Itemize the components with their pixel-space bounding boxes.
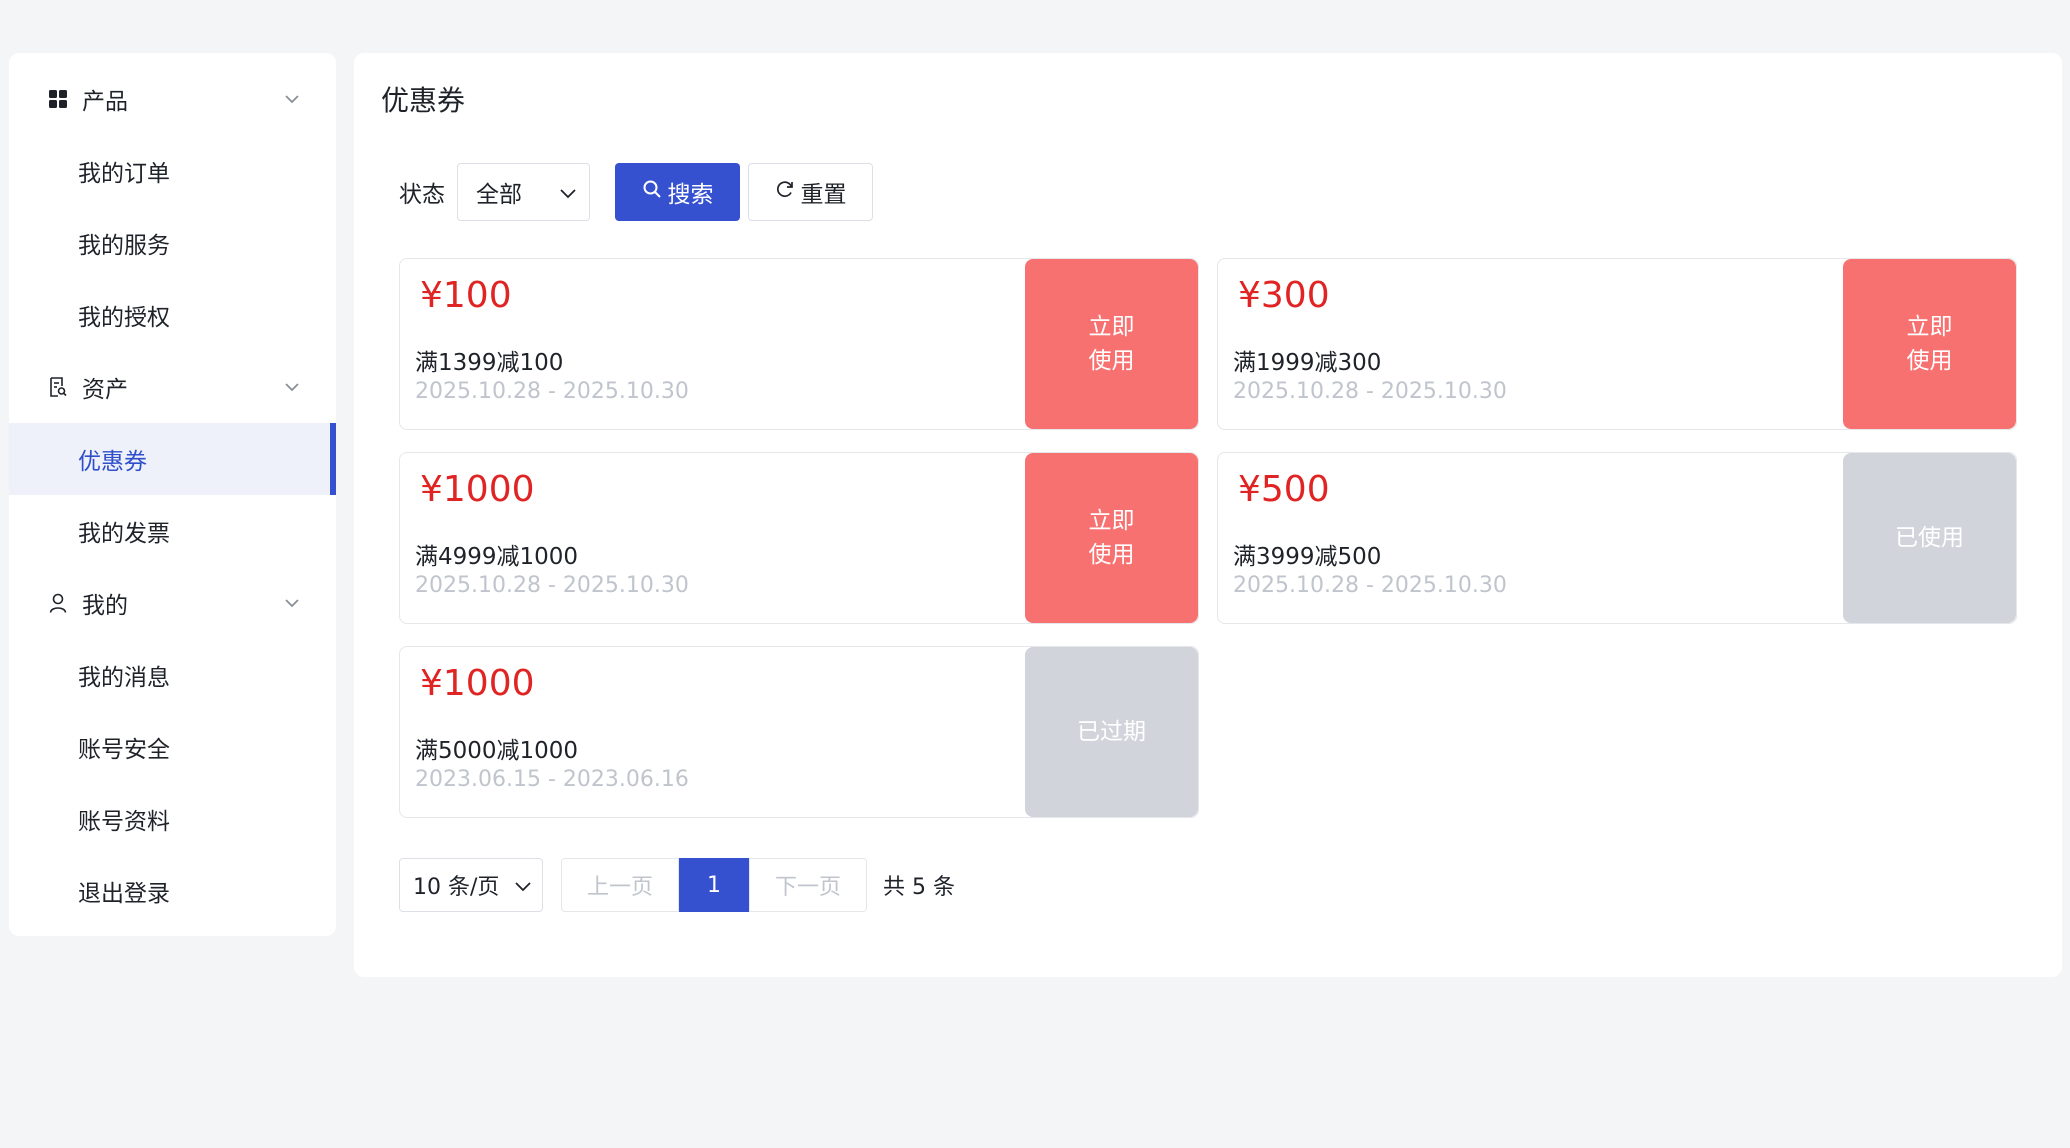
coupon-card: ¥100 满1399减100 2025.10.28 - 2025.10.30 立… bbox=[399, 258, 1199, 430]
use-now-button[interactable]: 立即 使用 bbox=[1843, 259, 2016, 429]
sidebar-item-my-authorizations[interactable]: 我的授权 bbox=[9, 279, 336, 351]
main-panel: 优惠券 状态 全部 搜索 重置 ¥100 满1399减100 2025.10.2… bbox=[354, 53, 2062, 977]
page-size-select[interactable]: 10 条/页 bbox=[399, 858, 543, 912]
sidebar-item-coupons[interactable]: 优惠券 bbox=[9, 423, 336, 495]
menu-group-label: 我的 bbox=[82, 593, 128, 619]
grid-icon bbox=[46, 87, 70, 111]
search-icon bbox=[642, 179, 662, 205]
menu-group-label: 资产 bbox=[82, 377, 128, 403]
status-select[interactable]: 全部 bbox=[457, 163, 590, 221]
coupon-rule: 满1399减100 bbox=[415, 350, 564, 376]
use-now-label: 立即 使用 bbox=[1906, 314, 1953, 374]
coupon-period: 2025.10.28 - 2025.10.30 bbox=[1233, 379, 1507, 404]
page-number-1[interactable]: 1 bbox=[679, 858, 749, 912]
coupon-amount: ¥100 bbox=[420, 275, 512, 316]
sidebar-item-logout[interactable]: 退出登录 bbox=[9, 855, 336, 927]
sidebar-item-my-messages[interactable]: 我的消息 bbox=[9, 639, 336, 711]
coupon-rule: 满1999减300 bbox=[1233, 350, 1382, 376]
coupon-card: ¥300 满1999减300 2025.10.28 - 2025.10.30 立… bbox=[1217, 258, 2017, 430]
coupon-rule: 满3999减500 bbox=[1233, 544, 1382, 570]
sidebar-item-my-invoices[interactable]: 我的发票 bbox=[9, 495, 336, 567]
coupon-amount: ¥1000 bbox=[420, 663, 535, 704]
refresh-icon bbox=[775, 179, 795, 205]
coupon-card: ¥1000 满5000减1000 2023.06.15 - 2023.06.16… bbox=[399, 646, 1199, 818]
coupon-rule: 满4999减1000 bbox=[415, 544, 579, 570]
coupon-card: ¥1000 满4999减1000 2025.10.28 - 2025.10.30… bbox=[399, 452, 1199, 624]
chevron-down-icon bbox=[559, 179, 577, 205]
document-search-icon bbox=[46, 375, 70, 399]
expired-label: 已过期 bbox=[1077, 719, 1146, 745]
sidebar: 产品 我的订单 我的服务 我的授权 资产 优惠券 我的发票 我的 我的消息 账号… bbox=[9, 53, 336, 936]
used-badge: 已使用 bbox=[1843, 453, 2016, 623]
use-now-label: 立即 使用 bbox=[1088, 314, 1135, 374]
used-label: 已使用 bbox=[1895, 525, 1964, 551]
user-icon bbox=[46, 591, 70, 615]
coupon-period: 2025.10.28 - 2025.10.30 bbox=[415, 573, 689, 598]
coupon-amount: ¥300 bbox=[1238, 275, 1330, 316]
filter-bar: 状态 全部 搜索 重置 bbox=[399, 163, 873, 221]
coupon-card: ¥500 满3999减500 2025.10.28 - 2025.10.30 已… bbox=[1217, 452, 2017, 624]
chevron-down-icon bbox=[282, 89, 302, 109]
sidebar-item-my-services[interactable]: 我的服务 bbox=[9, 207, 336, 279]
menu-group-mine[interactable]: 我的 bbox=[9, 567, 336, 639]
next-page-button[interactable]: 下一页 bbox=[749, 858, 867, 912]
page-size-value: 10 条/页 bbox=[413, 875, 500, 900]
reset-button-label: 重置 bbox=[800, 182, 847, 208]
coupon-period: 2025.10.28 - 2025.10.30 bbox=[1233, 573, 1507, 598]
reset-button[interactable]: 重置 bbox=[748, 163, 873, 221]
pagination: 10 条/页 上一页 1 下一页 共 5 条 bbox=[399, 858, 955, 912]
coupon-amount: ¥1000 bbox=[420, 469, 535, 510]
search-button[interactable]: 搜索 bbox=[615, 163, 740, 221]
status-select-value: 全部 bbox=[476, 182, 522, 208]
search-button-label: 搜索 bbox=[667, 182, 714, 208]
chevron-down-icon bbox=[282, 377, 302, 397]
chevron-down-icon bbox=[282, 593, 302, 613]
chevron-down-icon bbox=[514, 873, 532, 898]
sidebar-item-account-security[interactable]: 账号安全 bbox=[9, 711, 336, 783]
coupon-period: 2025.10.28 - 2025.10.30 bbox=[415, 379, 689, 404]
coupon-amount: ¥500 bbox=[1238, 469, 1330, 510]
expired-badge: 已过期 bbox=[1025, 647, 1198, 817]
total-count: 共 5 条 bbox=[883, 875, 955, 900]
use-now-button[interactable]: 立即 使用 bbox=[1025, 453, 1198, 623]
coupon-period: 2023.06.15 - 2023.06.16 bbox=[415, 767, 689, 792]
status-label: 状态 bbox=[399, 182, 445, 208]
menu-group-label: 产品 bbox=[82, 89, 128, 115]
coupon-rule: 满5000减1000 bbox=[415, 738, 579, 764]
use-now-label: 立即 使用 bbox=[1088, 508, 1135, 568]
menu-group-product[interactable]: 产品 bbox=[9, 63, 336, 135]
sidebar-item-my-orders[interactable]: 我的订单 bbox=[9, 135, 336, 207]
page-title: 优惠券 bbox=[381, 84, 466, 117]
prev-page-button[interactable]: 上一页 bbox=[561, 858, 679, 912]
sidebar-item-account-profile[interactable]: 账号资料 bbox=[9, 783, 336, 855]
menu-group-assets[interactable]: 资产 bbox=[9, 351, 336, 423]
use-now-button[interactable]: 立即 使用 bbox=[1025, 259, 1198, 429]
